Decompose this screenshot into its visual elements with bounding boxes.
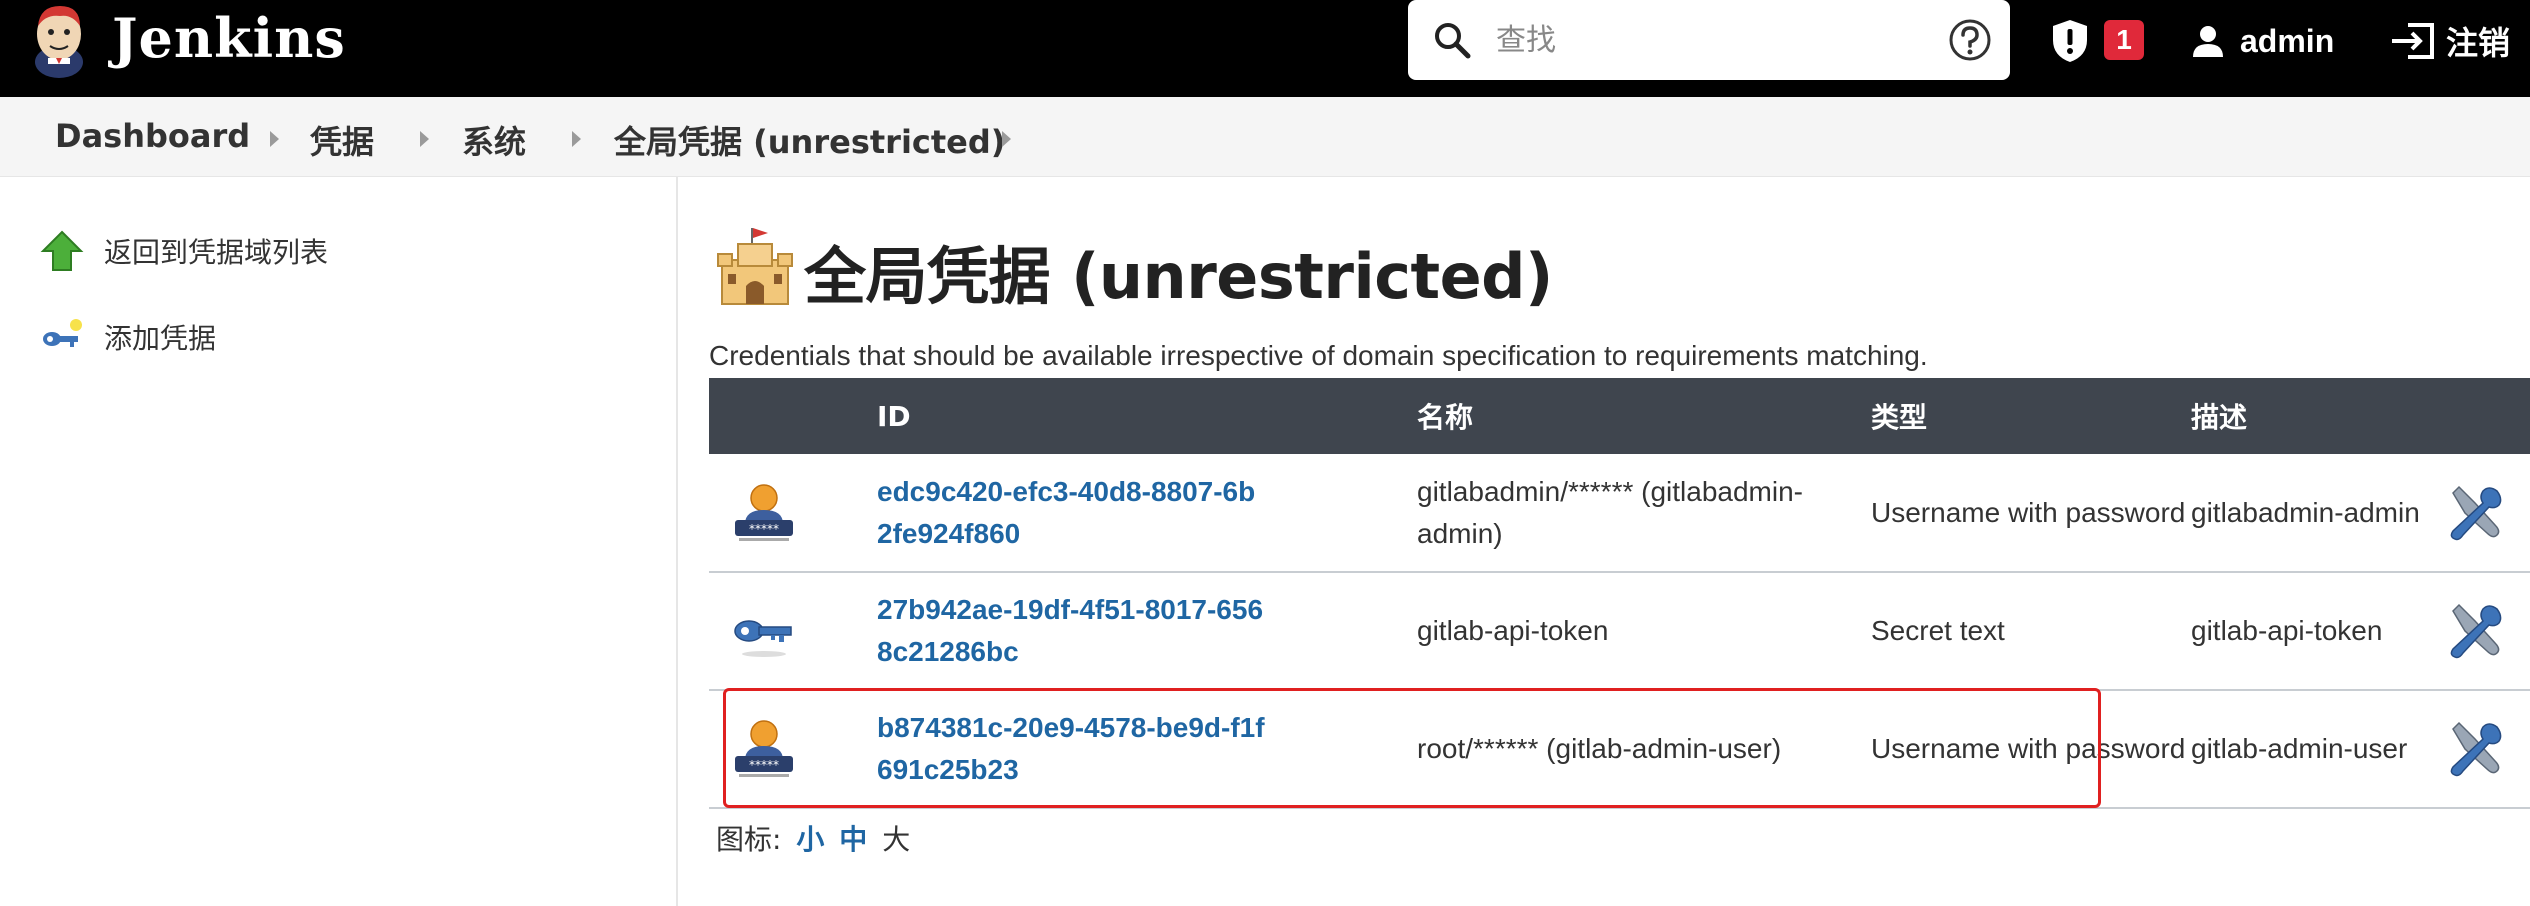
credential-type: Username with password (1871, 733, 2186, 764)
sidebar-item-label: 返回到凭据域列表 (104, 236, 329, 269)
sidebar-item-label: 添加凭据 (104, 322, 217, 355)
page-title: 全局凭据 (unrestricted) (804, 240, 1553, 313)
chevron-right-icon (270, 131, 279, 147)
wrench-icon[interactable] (2445, 483, 2505, 543)
column-header-name[interactable]: 名称 (1417, 378, 1871, 454)
svg-text:*****: ***** (749, 522, 779, 536)
breadcrumb-global-credentials[interactable]: 全局凭据 (unrestricted) (614, 117, 1005, 163)
wrench-icon[interactable] (2445, 719, 2505, 779)
sidebar: 返回到凭据域列表 添加凭据 (0, 177, 678, 906)
icon-size-small-link[interactable]: 小 (796, 823, 824, 856)
up-arrow-icon (40, 230, 84, 271)
chevron-right-icon (572, 131, 581, 147)
breadcrumb-system[interactable]: 系统 (462, 117, 526, 163)
credential-description: gitlabadmin-admin (2191, 496, 2420, 528)
breadcrumb: Dashboard 凭据 系统 全局凭据 (unrestricted) (0, 97, 2530, 177)
castle-icon (717, 228, 793, 305)
credential-id-link[interactable]: edc9c420-efc3-40d8-8807-6b2fe924f860 (877, 471, 1267, 555)
search-box[interactable] (1408, 0, 2010, 80)
jenkins-logo-icon[interactable] (26, 2, 92, 80)
column-header-description[interactable]: 描述 (2191, 378, 2441, 454)
credential-id-link[interactable]: b874381c-20e9-4578-be9d-f1f691c25b23 (877, 707, 1267, 791)
icon-size-medium-link[interactable]: 中 (839, 823, 867, 856)
sidebar-item-back-to-domains[interactable]: 返回到凭据域列表 (40, 229, 328, 273)
column-header-type[interactable]: 类型 (1871, 378, 2191, 454)
user-password-icon: ***** (735, 483, 793, 541)
icon-size-selector: 图标: 小 中 大 (716, 818, 910, 858)
icon-size-large-current: 大 (882, 823, 911, 856)
security-shield-icon[interactable] (2050, 18, 2090, 64)
user-name: admin (2240, 22, 2335, 59)
credential-type: Secret text (1871, 615, 2005, 646)
credential-description: gitlab-api-token (2191, 615, 2383, 646)
logout-icon (2392, 23, 2434, 59)
table-row: ***** b874381c-20e9-4578-be9d-f1f691c25b… (709, 690, 2530, 808)
credential-type: Username with password (1871, 496, 2186, 528)
logout-button[interactable]: 注销 (2390, 20, 2510, 62)
page-description: Credentials that should be available irr… (709, 340, 1928, 371)
user-icon (2193, 26, 2223, 57)
icon-size-label: 图标: (716, 823, 782, 856)
chevron-right-icon[interactable] (1002, 131, 1011, 147)
wrench-icon[interactable] (2445, 601, 2505, 661)
credentials-table: ID 名称 类型 描述 ***** edc9c420-efc3-40d8-880… (709, 378, 2530, 809)
key-icon (43, 319, 82, 347)
chevron-right-icon (420, 131, 429, 147)
credential-name: gitlab-api-token (1417, 615, 1609, 646)
table-row: ***** edc9c420-efc3-40d8-8807-6b2fe924f8… (709, 454, 2530, 572)
user-password-icon: ***** (735, 720, 793, 777)
credential-id-link[interactable]: 27b942ae-19df-4f51-8017-6568c21286bc (877, 589, 1267, 673)
search-icon (1435, 23, 1471, 59)
search-input[interactable] (1496, 14, 1896, 66)
table-row: 27b942ae-19df-4f51-8017-6568c21286bc git… (709, 572, 2530, 690)
logout-label: 注销 (2446, 24, 2511, 62)
brand-name[interactable]: Jenkins (112, 6, 346, 70)
column-header-id[interactable]: ID (877, 378, 1417, 454)
credential-name: root/****** (gitlab-admin-user) (1417, 733, 1782, 764)
help-icon[interactable] (1948, 18, 1992, 62)
alert-count-badge[interactable]: 1 (2104, 20, 2144, 60)
credential-description: gitlab-admin-user (2191, 733, 2408, 764)
breadcrumb-credentials[interactable]: 凭据 (310, 117, 374, 163)
sidebar-item-add-credentials[interactable]: 添加凭据 (40, 315, 216, 359)
svg-text:*****: ***** (749, 758, 779, 772)
credential-name: gitlabadmin/****** (gitlabadmin-admin) (1417, 475, 1803, 549)
secret-key-icon (734, 620, 792, 657)
user-menu[interactable]: admin (2190, 20, 2334, 62)
table-header-row: ID 名称 类型 描述 (709, 378, 2530, 454)
top-header: Jenkins 1 admin 注销 (0, 0, 2530, 97)
breadcrumb-dashboard[interactable]: Dashboard (55, 117, 250, 155)
